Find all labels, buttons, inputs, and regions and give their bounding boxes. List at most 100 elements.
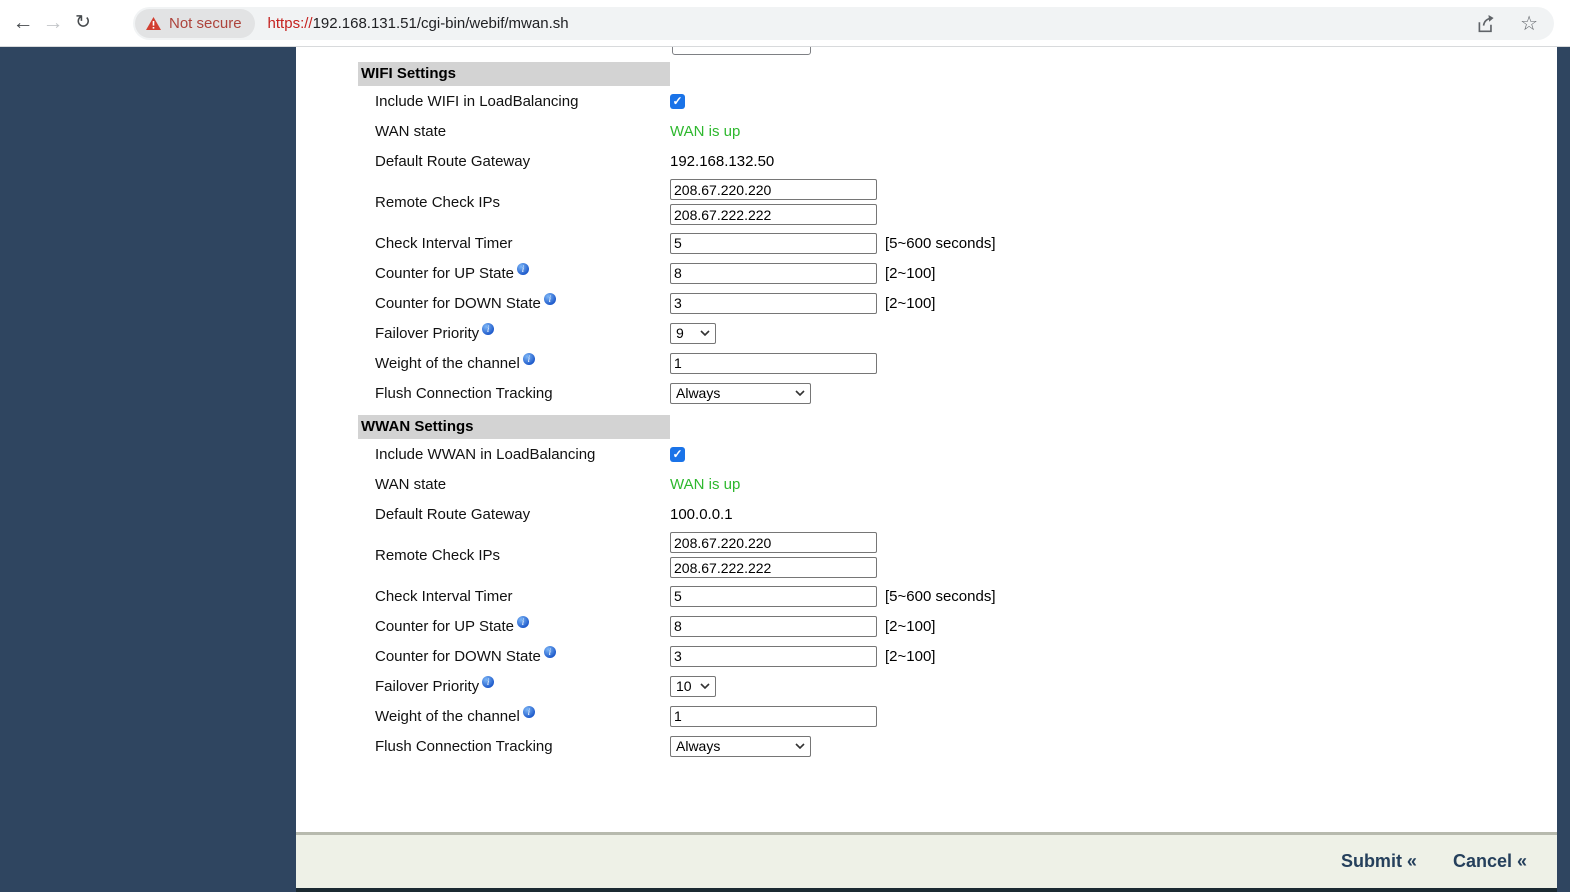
clipped-select[interactable] <box>672 47 811 55</box>
field-label: Include WIFI in LoadBalancing <box>375 92 579 110</box>
chevron-down-icon <box>795 390 805 396</box>
selected-option: Always <box>676 738 721 754</box>
row-interval: Check Interval Timer [5~600 seconds] <box>358 581 996 611</box>
remote-ip-2-input[interactable] <box>670 557 877 578</box>
row-weight: Weight of the channel i <box>358 701 996 731</box>
field-label: Failover Priority <box>375 677 480 695</box>
submit-button[interactable]: Submit « <box>1341 851 1417 872</box>
info-icon[interactable]: i <box>522 353 535 365</box>
not-secure-chip[interactable]: Not secure <box>135 9 255 38</box>
info-icon[interactable]: i <box>516 616 529 628</box>
chevron-down-icon <box>700 683 710 689</box>
field-label: Counter for DOWN State <box>375 294 541 312</box>
page-background: WIFI Settings Include WIFI in LoadBalanc… <box>0 47 1570 892</box>
field-label: Weight of the channel <box>375 354 520 372</box>
address-bar[interactable]: Not secure https://192.168.131.51/cgi-bi… <box>133 7 1554 40</box>
info-icon[interactable]: i <box>482 323 495 335</box>
field-label: Counter for UP State <box>375 264 514 282</box>
row-remote-ips: Remote Check IPs <box>358 176 996 228</box>
include-wifi-checkbox[interactable]: ✓ <box>670 93 685 109</box>
not-secure-label: Not secure <box>169 15 242 32</box>
chevron-down-icon <box>700 330 710 336</box>
field-label: Check Interval Timer <box>375 234 513 252</box>
sidebar <box>0 47 296 892</box>
wan-state-value: WAN is up <box>670 122 741 140</box>
row-include-wwan: Include WWAN in LoadBalancing ✓ <box>358 439 996 469</box>
counter-down-hint: [2~100] <box>885 294 936 312</box>
section-header-wifi: WIFI Settings <box>358 62 670 86</box>
row-gateway: Default Route Gateway 100.0.0.1 <box>358 499 996 529</box>
share-icon[interactable] <box>1476 14 1496 33</box>
row-wan-state: WAN state WAN is up <box>358 116 996 146</box>
counter-down-hint: [2~100] <box>885 647 936 665</box>
failover-priority-select[interactable]: 9 <box>670 322 716 344</box>
footer-bar: Submit « Cancel « <box>296 832 1557 888</box>
content-panel: WIFI Settings Include WIFI in LoadBalanc… <box>296 47 1557 892</box>
check-interval-input[interactable] <box>670 585 877 607</box>
flush-tracking-select[interactable]: Always <box>670 382 811 404</box>
remote-ip-1-input[interactable] <box>670 532 877 553</box>
reload-icon[interactable]: ↻ <box>68 0 98 46</box>
url-text[interactable]: https://192.168.131.51/cgi-bin/webif/mwa… <box>268 15 569 32</box>
info-icon[interactable]: i <box>543 646 556 658</box>
row-flush: Flush Connection Tracking Always <box>358 731 996 761</box>
field-label: Weight of the channel <box>375 707 520 725</box>
row-counter-down: Counter for DOWN Statei [2~100] <box>358 288 996 318</box>
row-priority: Failover Priority i 9 <box>358 318 996 348</box>
field-label: Counter for DOWN State <box>375 647 541 665</box>
mwan-form: WIFI Settings Include WIFI in LoadBalanc… <box>358 62 996 761</box>
counter-down-input[interactable] <box>670 645 877 667</box>
info-icon[interactable]: i <box>522 706 535 718</box>
row-interval: Check Interval Timer [5~600 seconds] <box>358 228 996 258</box>
weight-input[interactable] <box>670 705 877 727</box>
field-label: Check Interval Timer <box>375 587 513 605</box>
row-remote-ips: Remote Check IPs <box>358 529 996 581</box>
counter-up-input[interactable] <box>670 615 877 637</box>
field-label: Failover Priority <box>375 324 480 342</box>
field-label: Flush Connection Tracking <box>375 737 553 755</box>
footer-divider <box>296 888 1557 892</box>
row-counter-up: Counter for UP Statei [2~100] <box>358 258 996 288</box>
bookmark-star-icon[interactable]: ☆ <box>1520 14 1538 34</box>
info-icon[interactable]: i <box>482 676 495 688</box>
forward-icon[interactable]: → <box>38 0 68 46</box>
row-include-wifi: Include WIFI in LoadBalancing ✓ <box>358 86 996 116</box>
field-label: WAN state <box>375 475 447 493</box>
row-flush: Flush Connection Tracking Always <box>358 378 996 408</box>
field-label: Default Route Gateway <box>375 152 531 170</box>
cancel-button[interactable]: Cancel « <box>1453 851 1527 872</box>
weight-input[interactable] <box>670 352 877 374</box>
field-label: Default Route Gateway <box>375 505 531 523</box>
browser-toolbar: ← → ↻ Not secure https://192.168.131.51/… <box>0 0 1570 47</box>
selected-option: 9 <box>676 325 684 341</box>
include-wwan-checkbox[interactable]: ✓ <box>670 446 685 462</box>
info-icon[interactable]: i <box>543 293 556 305</box>
row-wan-state: WAN state WAN is up <box>358 469 996 499</box>
url-scheme: https:// <box>267 15 313 32</box>
row-counter-up: Counter for UP Statei [2~100] <box>358 611 996 641</box>
remote-ip-1-input[interactable] <box>670 179 877 200</box>
interval-hint: [5~600 seconds] <box>885 587 996 605</box>
remote-ip-2-input[interactable] <box>670 204 877 225</box>
row-counter-down: Counter for DOWN Statei [2~100] <box>358 641 996 671</box>
chevron-down-icon <box>795 743 805 749</box>
counter-up-input[interactable] <box>670 262 877 284</box>
field-label: Remote Check IPs <box>375 193 501 211</box>
url-path: 192.168.131.51/cgi-bin/webif/mwan.sh <box>312 15 569 32</box>
failover-priority-select[interactable]: 10 <box>670 675 716 697</box>
flush-tracking-select[interactable]: Always <box>670 735 811 757</box>
field-label: Remote Check IPs <box>375 546 501 564</box>
counter-down-input[interactable] <box>670 292 877 314</box>
selected-option: 10 <box>676 678 692 694</box>
counter-up-hint: [2~100] <box>885 264 936 282</box>
row-weight: Weight of the channel i <box>358 348 996 378</box>
wan-state-value: WAN is up <box>670 475 741 493</box>
section-header-wwan: WWAN Settings <box>358 415 670 439</box>
check-interval-input[interactable] <box>670 232 877 254</box>
info-icon[interactable]: i <box>516 263 529 275</box>
warning-triangle-icon <box>146 17 161 30</box>
field-label: Counter for UP State <box>375 617 514 635</box>
row-gateway: Default Route Gateway 192.168.132.50 <box>358 146 996 176</box>
back-icon[interactable]: ← <box>8 0 38 46</box>
field-label: Include WWAN in LoadBalancing <box>375 445 596 463</box>
